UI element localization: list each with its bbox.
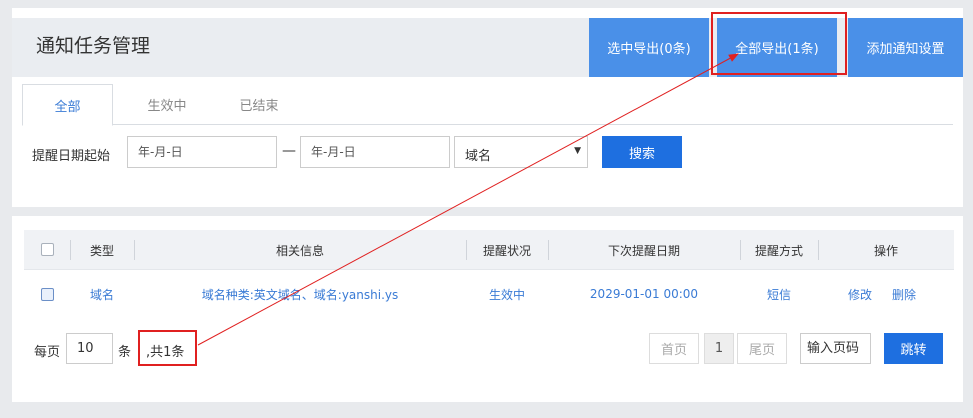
page-number-button[interactable]: 1: [704, 333, 734, 364]
edit-link[interactable]: 修改: [840, 270, 880, 318]
last-page-button[interactable]: 尾页: [737, 333, 787, 364]
column-header-info: 相关信息: [275, 243, 324, 258]
column-header-status: 提醒状况: [482, 243, 531, 258]
tab-all[interactable]: 全部: [22, 84, 113, 126]
end-date-input[interactable]: [300, 136, 450, 168]
per-page-input[interactable]: [66, 333, 113, 364]
row-checkbox[interactable]: [41, 288, 54, 301]
reminder-date-label: 提醒日期起始: [32, 149, 111, 164]
column-header-type: 类型: [89, 243, 114, 258]
table-header: 类型 相关信息 提醒状况 下次提醒日期 提醒方式 操作: [24, 230, 954, 270]
row-type[interactable]: 域名: [70, 270, 134, 318]
row-status: 生效中: [488, 287, 525, 302]
tab-active[interactable]: 生效中: [132, 84, 202, 125]
first-page-button[interactable]: 首页: [649, 333, 699, 364]
table-row: 域名 域名种类:英文域名、域名:yanshi.ys 生效中 2029-01-01…: [24, 270, 954, 318]
select-all-checkbox[interactable]: [41, 243, 54, 256]
page-title: 通知任务管理: [36, 35, 151, 57]
dropdown-arrow-icon: ▼: [574, 146, 581, 156]
column-header-next-date: 下次提醒日期: [607, 243, 680, 258]
add-notification-setting-button[interactable]: 添加通知设置: [848, 18, 963, 77]
start-date-input[interactable]: [127, 136, 277, 168]
status-tabs: 全部 生效中 已结束: [22, 84, 953, 126]
results-panel: 类型 相关信息 提醒状况 下次提醒日期 提醒方式 操作 域名 域名种类:英文域名…: [12, 216, 963, 402]
row-next-date: 2029-01-01 00:00: [589, 287, 699, 301]
goto-page-input[interactable]: [800, 333, 871, 364]
tab-ended[interactable]: 已结束: [224, 84, 294, 125]
row-info[interactable]: 域名种类:英文域名、域名:yanshi.ys: [134, 270, 466, 318]
column-header-actions: 操作: [873, 243, 898, 258]
row-method: 短信: [766, 287, 791, 302]
delete-link[interactable]: 删除: [884, 270, 924, 318]
search-button[interactable]: 搜索: [602, 136, 682, 168]
jump-button[interactable]: 跳转: [884, 333, 943, 364]
export-selected-button[interactable]: 选中导出(0条): [589, 18, 709, 77]
highlight-total-count: [138, 330, 197, 366]
type-select[interactable]: 域名 ▼: [454, 136, 588, 168]
per-page-label: 每页: [34, 345, 61, 360]
per-page-unit: 条: [118, 345, 132, 360]
highlight-export-all: [711, 12, 847, 75]
column-header-method: 提醒方式: [754, 243, 803, 258]
type-select-value: 域名: [465, 149, 492, 164]
date-separator: —: [282, 143, 296, 159]
